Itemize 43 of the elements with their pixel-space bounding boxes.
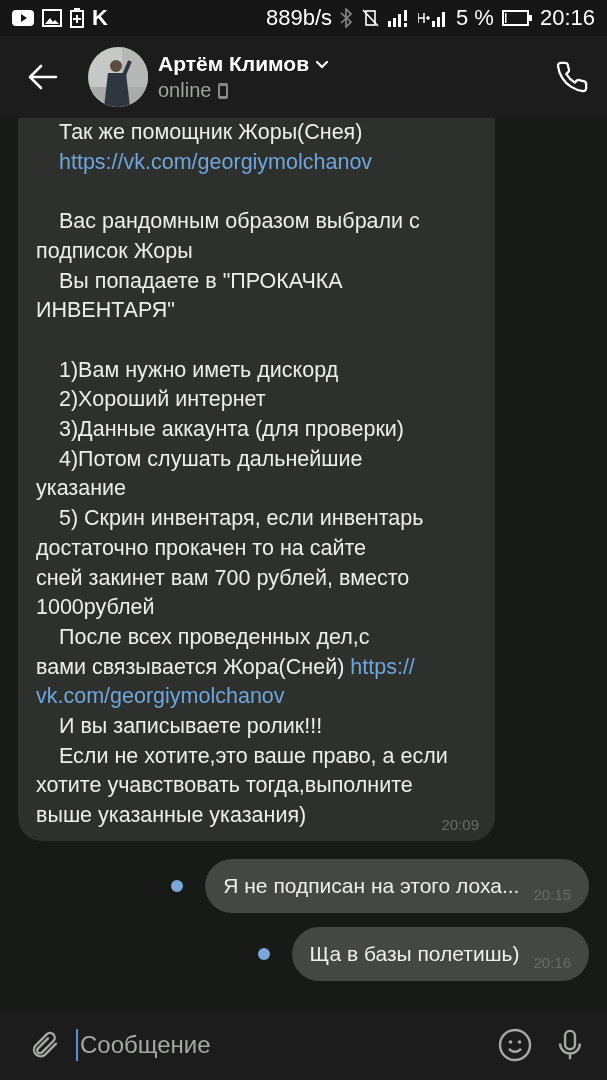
phone-device-icon — [217, 81, 230, 100]
image-icon — [42, 9, 62, 27]
battery-percent: 5 % — [456, 5, 494, 31]
message-text: подписок Жоры — [36, 237, 193, 265]
play-icon — [12, 10, 34, 26]
message-text: 2)Хороший интернет — [59, 386, 266, 414]
message-text: ИНВЕНТАРЯ" — [36, 297, 175, 325]
message-text: И вы записываете ролик!!! — [59, 713, 323, 741]
message-link[interactable]: vk.com/georgiymolchanov — [36, 682, 285, 713]
message-text: Вас рандомным образом выбрали с — [59, 208, 420, 236]
message-text: 3)Данные аккаунта (для проверки) — [59, 416, 404, 443]
vibrate-off-icon — [360, 8, 380, 28]
message-text: вами связывается Жора(Сней) — [36, 653, 345, 681]
message-input[interactable]: Сообщение — [76, 1029, 481, 1061]
message-text: 1)Вам нужно иметь дискорд — [59, 356, 339, 384]
message-text: Так же помощник Жоры(Снея) — [59, 119, 363, 146]
message-text: 5) Скрин инвентаря, если инвентарь — [59, 505, 424, 533]
message-text: 4)Потом слушать дальнейшие — [59, 445, 363, 473]
signal-icon — [388, 9, 410, 27]
message-text: указание — [36, 475, 126, 503]
message-text: 1000рублей — [36, 594, 155, 622]
bluetooth-icon — [340, 8, 352, 28]
chevron-down-icon[interactable] — [315, 59, 330, 69]
online-status: online — [158, 79, 212, 102]
message-text: выше указанные указания) — [36, 802, 307, 830]
message-link[interactable]: https:// — [350, 652, 415, 683]
battery-icon — [501, 10, 532, 26]
clock: 20:16 — [539, 5, 595, 31]
message-link[interactable]: https://vk.com/georgiymolchanov — [59, 147, 373, 178]
app-letter: K — [92, 5, 108, 31]
message-text: хотите учавствовать тогда,выполните — [36, 772, 413, 800]
message-text: Ща в базы полетишь) — [309, 941, 520, 966]
signal-icon — [418, 9, 448, 27]
network-speed: 889b/s — [265, 5, 332, 31]
message-text: После всех проведенных дел,с — [59, 623, 370, 651]
message-text: Я не подписан на этого лоха... — [223, 873, 520, 898]
battery-plus-icon — [70, 8, 84, 28]
message-time: 20:09 — [441, 815, 479, 833]
contact-name: Артём Климов — [158, 52, 310, 76]
message-text: Вы попадаете в "ПРОКАЧКА — [59, 267, 343, 295]
message-text: Если не хотите,это ваше право, а если — [59, 742, 448, 770]
message-text: сней закинет вам 700 рублей, вместо — [36, 564, 410, 592]
message-text: достаточно прокачен то на сайте — [36, 534, 366, 562]
